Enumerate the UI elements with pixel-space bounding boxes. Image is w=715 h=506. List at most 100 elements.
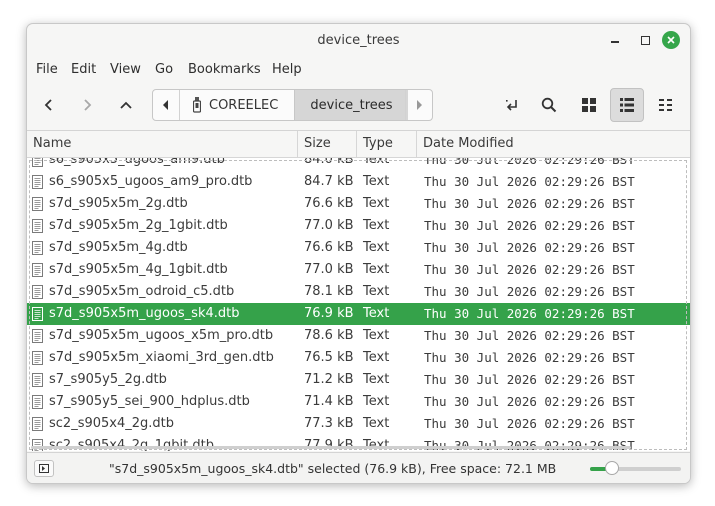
file-type: Text <box>363 158 390 167</box>
minimize-icon <box>611 41 619 43</box>
breadcrumb-root[interactable]: COREELEC <box>179 90 293 120</box>
menu-file[interactable]: File <box>36 62 58 77</box>
file-size: 84.0 kB <box>304 158 354 167</box>
file-size: 78.6 kB <box>304 328 354 343</box>
file-type: Text <box>363 284 390 299</box>
table-row[interactable]: s7_s905y5_sei_900_hdplus.dtb 71.4 kB Text T… <box>27 391 690 413</box>
arrow-left-icon <box>44 99 52 111</box>
file-date: Thu 30 Jul 2026 02:29:26 BST <box>424 372 635 387</box>
file-date: Thu 30 Jul 2026 02:29:26 BST <box>424 394 635 409</box>
file-size: 76.6 kB <box>304 196 354 211</box>
file-name: s7d_s905x5m_4g_1gbit.dtb <box>49 262 228 277</box>
list-view-button[interactable] <box>610 88 644 122</box>
file-manager-window: device_trees File Edit View Go Bookmarks… <box>26 23 691 484</box>
menu-edit[interactable]: Edit <box>71 62 96 77</box>
column-header-name[interactable]: Name <box>27 131 297 157</box>
file-name: s7_s905y5_sei_900_hdplus.dtb <box>49 394 250 409</box>
horizontal-scrollbar[interactable] <box>31 446 631 449</box>
table-row[interactable]: s7d_s905x5m_xiaomi_3rd_gen.dtb 76.5 kB Tex… <box>27 347 690 369</box>
text-file-icon <box>32 351 43 365</box>
toggle-location-button[interactable] <box>495 88 529 122</box>
table-row[interactable]: s7d_s905x5m_2g_1gbit.dtb 77.0 kB Text Thu 3… <box>27 215 690 237</box>
column-header-date[interactable]: Date Modified <box>416 131 690 157</box>
back-button[interactable] <box>32 88 66 122</box>
compact-view-icon <box>659 99 672 111</box>
file-date: Thu 30 Jul 2026 02:29:26 BST <box>424 350 635 365</box>
usb-drive-icon <box>193 97 201 113</box>
icon-view-button[interactable] <box>572 88 606 122</box>
statusbar: "s7d_s905x5m_ugoos_sk4.dtb" selected (76… <box>27 452 690 483</box>
up-button[interactable] <box>109 88 143 122</box>
menu-go[interactable]: Go <box>155 62 173 77</box>
search-icon <box>541 97 557 113</box>
file-list-view[interactable]: Name Size Type Date Modified s6_s905x5_u… <box>27 130 690 451</box>
file-date: Thu 30 Jul 2026 02:29:26 BST <box>424 284 635 299</box>
close-icon <box>667 36 675 44</box>
file-name: s7d_s905x5m_2g_1gbit.dtb <box>49 218 228 233</box>
table-row[interactable]: s7d_s905x5m_4g.dtb 76.6 kB Text Thu 30 Jul … <box>27 237 690 259</box>
file-date: Thu 30 Jul 2026 02:29:26 BST <box>424 218 635 233</box>
table-row[interactable]: s7d_s905x5m_odroid_c5.dtb 78.1 kB Text Thu … <box>27 281 690 303</box>
table-row[interactable]: s6_s905x5_ugoos_am9_pro.dtb 84.7 kB Text Th… <box>27 171 690 193</box>
file-size: 71.2 kB <box>304 372 354 387</box>
file-size: 77.3 kB <box>304 416 354 431</box>
file-type: Text <box>363 416 390 431</box>
menu-view[interactable]: View <box>110 62 141 77</box>
file-date: Thu 30 Jul 2026 02:29:26 BST <box>424 416 635 431</box>
triangle-left-icon <box>163 100 168 110</box>
arrow-right-icon <box>84 99 92 111</box>
file-type: Text <box>363 174 390 189</box>
status-text: "s7d_s905x5m_ugoos_sk4.dtb" selected (76… <box>109 461 557 476</box>
file-date: Thu 30 Jul 2026 02:29:26 BST <box>424 196 635 211</box>
text-file-icon <box>32 373 43 387</box>
table-row[interactable]: s7d_s905x5m_ugoos_x5m_pro.dtb 78.6 kB Text… <box>27 325 690 347</box>
file-name: s7d_s905x5m_ugoos_sk4.dtb <box>49 306 240 321</box>
file-size: 76.5 kB <box>304 350 354 365</box>
file-size: 77.0 kB <box>304 218 354 233</box>
file-name: s6_s905x5_ugoos_am9.dtb <box>49 158 225 167</box>
file-size: 78.1 kB <box>304 284 354 299</box>
text-file-icon <box>32 263 43 277</box>
menu-help[interactable]: Help <box>272 62 302 77</box>
pathbar-scroll-right[interactable] <box>405 90 432 120</box>
pathbar-scroll-left[interactable] <box>153 90 180 120</box>
list-view-icon <box>620 98 634 112</box>
text-file-icon <box>32 158 43 167</box>
table-row[interactable]: s6_s905x5_ugoos_am9.dtb 84.0 kB Text Thu 30… <box>27 158 690 171</box>
text-file-icon <box>32 285 43 299</box>
return-arrow-icon <box>506 100 517 111</box>
menu-bookmarks[interactable]: Bookmarks <box>188 62 261 77</box>
forward-button[interactable] <box>70 88 104 122</box>
file-type: Text <box>363 240 390 255</box>
table-row[interactable]: s7d_s905x5m_4g_1gbit.dtb 77.0 kB Text Thu 3… <box>27 259 690 281</box>
text-file-icon <box>32 395 43 409</box>
close-button[interactable] <box>662 31 680 49</box>
table-row[interactable]: sc2_s905x4_2g.dtb 77.3 kB Text Thu 30 Jul 2… <box>27 413 690 435</box>
table-row[interactable]: s7d_s905x5m_2g.dtb 76.6 kB Text Thu 30 Jul … <box>27 193 690 215</box>
file-name: s7d_s905x5m_2g.dtb <box>49 196 188 211</box>
minimize-button[interactable] <box>604 29 626 51</box>
table-row[interactable]: s7_s905y5_2g.dtb 71.2 kB Text Thu 30 Jul 20… <box>27 369 690 391</box>
column-header-type[interactable]: Type <box>356 131 416 157</box>
zoom-slider[interactable] <box>590 461 681 475</box>
compact-view-button[interactable] <box>649 88 683 122</box>
column-header-size[interactable]: Size <box>297 131 356 157</box>
sidebar-toggle-button[interactable] <box>34 460 54 477</box>
titlebar[interactable]: device_trees <box>27 24 690 57</box>
table-row[interactable]: s7d_s905x5m_ugoos_sk4.dtb 76.9 kB Text Thu … <box>27 303 690 325</box>
triangle-right-icon <box>417 100 422 110</box>
search-button[interactable] <box>532 88 566 122</box>
grid-view-icon <box>582 98 596 112</box>
maximize-button[interactable] <box>634 29 656 51</box>
file-type: Text <box>363 350 390 365</box>
pathbar: COREELEC device_trees <box>152 89 433 121</box>
file-name: s7d_s905x5m_4g.dtb <box>49 240 188 255</box>
breadcrumb-current[interactable]: device_trees <box>294 90 408 120</box>
file-name: s7d_s905x5m_xiaomi_3rd_gen.dtb <box>49 350 274 365</box>
file-date: Thu 30 Jul 2026 02:29:26 BST <box>424 306 635 321</box>
zoom-slider-thumb[interactable] <box>605 461 619 475</box>
sidebar-icon <box>39 464 49 473</box>
text-file-icon <box>32 219 43 233</box>
file-date: Thu 30 Jul 2026 02:29:26 BST <box>424 240 635 255</box>
text-file-icon <box>32 197 43 211</box>
